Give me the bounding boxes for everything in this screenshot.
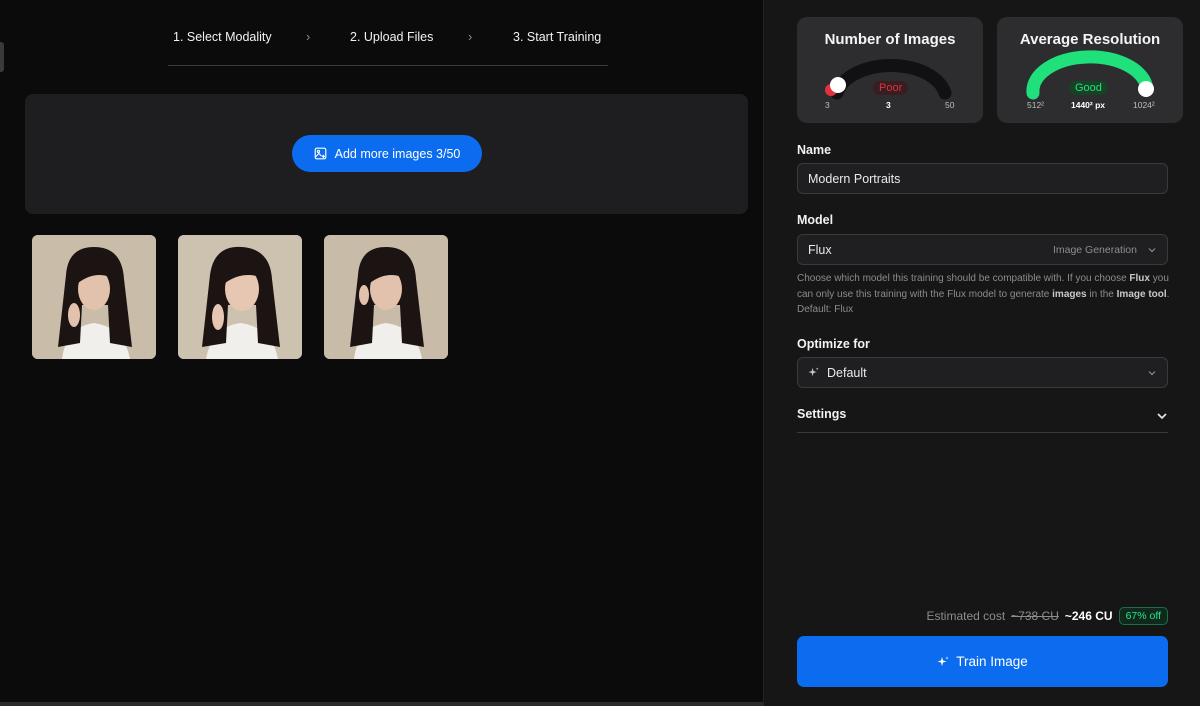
- portrait-image: [178, 235, 302, 359]
- uploaded-image-thumbnail[interactable]: [178, 235, 302, 359]
- model-value: Flux: [808, 242, 832, 257]
- chevron-right-icon: ›: [306, 29, 311, 44]
- resolution-status-badge: Good: [1069, 81, 1108, 95]
- optimize-select[interactable]: Default: [797, 357, 1168, 388]
- resolution-card: Average Resolution Good 512² 1440² px 10…: [997, 17, 1183, 123]
- resolution-gauge-value: 1440² px: [1071, 100, 1106, 110]
- resolution-gauge-min: 512²: [1027, 100, 1045, 110]
- images-gauge-min: 3: [825, 100, 830, 110]
- images-gauge-max: 50: [945, 100, 955, 110]
- settings-label: Settings: [797, 407, 847, 421]
- chevron-down-icon: [1157, 413, 1167, 420]
- cost-label: Estimated cost: [926, 609, 1006, 623]
- step-upload-files[interactable]: 2. Upload Files: [350, 30, 433, 44]
- add-more-images-label: Add more images 3/50: [334, 146, 461, 161]
- app-root: 1. Select Modality › 2. Upload Files › 3…: [0, 0, 1200, 706]
- cost-discounted: ~246 CU: [1064, 609, 1113, 623]
- uploaded-image-thumbnail[interactable]: [32, 235, 156, 359]
- name-field[interactable]: [797, 163, 1168, 194]
- stepper: 1. Select Modality › 2. Upload Files › 3…: [168, 22, 608, 66]
- portrait-image: [324, 235, 448, 359]
- model-category: Image Generation: [1052, 243, 1137, 256]
- optimize-label: Optimize for: [797, 337, 870, 351]
- estimated-cost: Estimated cost ~738 CU ~246 CU 67% off: [797, 606, 1168, 626]
- train-image-label: Train Image: [956, 654, 1028, 669]
- step-start-training[interactable]: 3. Start Training: [513, 30, 601, 44]
- chevron-down-icon: [1148, 370, 1156, 375]
- image-add-icon: [314, 147, 326, 160]
- resolution-gauge-max: 1024²: [1133, 100, 1155, 110]
- name-label: Name: [797, 143, 832, 157]
- training-settings-panel: Number of Images Poor 3 3 50 Average Res…: [763, 0, 1200, 706]
- optimize-value: Default: [827, 365, 867, 380]
- train-image-button[interactable]: Train Image: [797, 636, 1168, 687]
- name-input[interactable]: [808, 171, 1157, 186]
- step-select-modality[interactable]: 1. Select Modality: [173, 30, 272, 44]
- sparkle-icon: [937, 656, 949, 666]
- model-select[interactable]: Flux Image Generation: [797, 234, 1168, 265]
- uploaded-image-thumbnail[interactable]: [324, 235, 448, 359]
- images-count-card: Number of Images Poor 3 3 50: [797, 17, 983, 123]
- images-status-badge: Poor: [873, 81, 909, 95]
- discount-badge: 67% off: [1118, 607, 1168, 625]
- chevron-right-icon: ›: [468, 29, 473, 44]
- portrait-image: [32, 235, 156, 359]
- images-gauge-value: 3: [886, 100, 891, 110]
- sidebar-collapse-handle[interactable]: [0, 42, 4, 72]
- cost-original: ~738 CU: [1011, 609, 1059, 623]
- model-label: Model: [797, 213, 834, 227]
- sparkle-icon: [808, 367, 819, 377]
- add-more-images-button[interactable]: Add more images 3/50: [292, 135, 482, 172]
- chevron-down-icon: [1148, 247, 1156, 252]
- upload-dropzone[interactable]: Add more images 3/50: [25, 94, 748, 214]
- model-help-text: Choose which model this training should …: [797, 273, 1170, 315]
- settings-accordion[interactable]: Settings: [797, 407, 1168, 433]
- bottom-scrollbar[interactable]: [0, 702, 763, 706]
